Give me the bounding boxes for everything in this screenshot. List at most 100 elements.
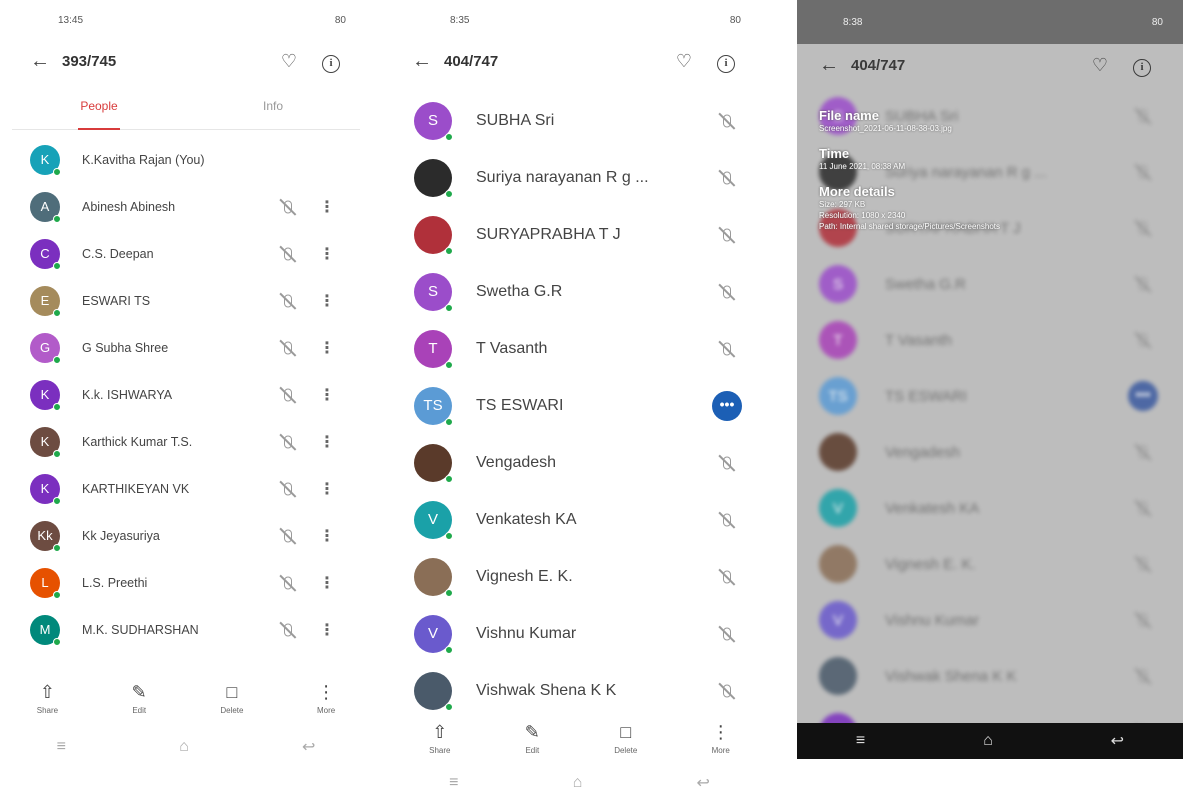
participant-list: SSUBHA Sri⌕Suriya narayanan R g ...⌕SURY…	[392, 82, 767, 719]
kebab-menu-icon[interactable]: ⋮	[302, 385, 352, 405]
avatar-initial: M	[39, 622, 51, 637]
back-icon[interactable]: ↩	[696, 773, 709, 793]
participant-row[interactable]: Vignesh E. K. ⌕	[797, 536, 1183, 592]
avatar-initial: V	[427, 511, 438, 528]
screen-participants-3-details: 8:38 80 ← 404/747 ♡ i SSUBHA Sri⌕Suriya …	[797, 0, 1183, 795]
participant-row[interactable]: TS TS ESWARI •••	[392, 377, 767, 434]
participant-row[interactable]: T T Vasanth ⌕	[797, 312, 1183, 368]
action-share-button[interactable]: ⇧ Share	[429, 722, 450, 755]
back-arrow-icon[interactable]: ←	[30, 50, 62, 73]
participant-row[interactable]: Vignesh E. K. ⌕	[392, 548, 767, 605]
kebab-menu-icon[interactable]: ⋮	[302, 432, 352, 452]
kebab-menu-icon[interactable]: ⋮	[302, 338, 352, 358]
participant-row[interactable]: V Vishnu Kumar ⌕	[797, 592, 1183, 648]
action-label: Delete	[614, 745, 638, 755]
participant-row[interactable]: C C.S. Deepan ⌕⋮	[0, 230, 372, 277]
participant-row[interactable]: SURYAPRABHA T J ⌕	[392, 206, 767, 263]
menu-icon[interactable]: ≡	[57, 738, 66, 756]
kebab-menu-icon[interactable]: ⋮	[302, 291, 352, 311]
participant-name: Vishnu Kumar	[885, 611, 979, 629]
participant-row[interactable]: T T Vasanth ⌕	[392, 320, 767, 377]
menu-icon[interactable]: ≡	[856, 732, 865, 750]
participant-row[interactable]: K K.k. ISHWARYA ⌕⋮	[0, 371, 372, 418]
details-section: More details Size: 297 KB Resolution: 1080…	[819, 184, 1069, 232]
share-icon: ⇧	[39, 681, 55, 702]
participant-row[interactable]: S Swetha G.R ⌕	[392, 263, 767, 320]
back-arrow-icon[interactable]: ←	[819, 54, 851, 77]
back-arrow-icon[interactable]: ←	[412, 50, 444, 73]
avatar-initial: S	[427, 283, 438, 300]
action-share-button[interactable]: ⇧ Share	[37, 682, 58, 715]
participant-row[interactable]: A Abinesh Abinesh ⌕⋮	[0, 183, 372, 230]
tab-people[interactable]: People	[12, 82, 186, 130]
participant-row[interactable]: E ESWARI TS ⌕⋮	[0, 277, 372, 324]
avatar	[414, 557, 453, 597]
avatar: V	[819, 489, 857, 527]
avatar	[819, 657, 857, 695]
action-delete-button[interactable]: □ Delete	[220, 682, 243, 715]
kebab-menu-icon[interactable]: ⋮	[302, 573, 352, 593]
home-icon[interactable]: ⌂	[179, 738, 189, 756]
mic-muted-icon: ⌕	[274, 574, 302, 591]
kebab-menu-icon[interactable]: ⋮	[302, 620, 352, 640]
participant-row[interactable]: V Venkatesh KA ⌕	[392, 491, 767, 548]
participant-row[interactable]: K K.Kavitha Rajan (You)	[0, 136, 372, 183]
participant-row[interactable]: Vishwak Shena K K ⌕	[392, 662, 767, 719]
menu-icon[interactable]: ≡	[449, 774, 458, 792]
online-status-dot	[445, 531, 453, 540]
participant-row[interactable]: K Karthick Kumar T.S. ⌕⋮	[0, 418, 372, 465]
participant-name: K.Kavitha Rajan (You)	[82, 152, 205, 167]
favorite-heart-icon[interactable]: ♡	[663, 51, 705, 72]
participant-row[interactable]: Suriya narayanan R g ... ⌕	[392, 149, 767, 206]
action-label: Share	[36, 705, 59, 715]
participant-row[interactable]: TS TS ESWARI •••	[797, 368, 1183, 424]
avatar: L	[30, 567, 61, 599]
kebab-menu-icon[interactable]: ⋮	[302, 197, 352, 217]
participant-name: M.K. SUDHARSHAN	[82, 622, 199, 637]
participant-name: Swetha G.R	[476, 282, 563, 300]
action-delete-button[interactable]: □ Delete	[614, 722, 637, 755]
participant-row[interactable]: Vengadesh ⌕	[392, 434, 767, 491]
mic-muted-icon: ⌕	[707, 339, 747, 359]
participant-name: L.S. Preethi	[82, 575, 148, 590]
avatar-initial: K	[40, 152, 50, 167]
participant-row[interactable]: L L.S. Preethi ⌕⋮	[0, 559, 372, 606]
participant-row[interactable]: S Swetha G.R ⌕	[797, 256, 1183, 312]
participant-row[interactable]: Kk Kk Jeyasuriya ⌕⋮	[0, 512, 372, 559]
more-options-icon[interactable]: •••	[1128, 381, 1158, 411]
participant-row[interactable]: S SUBHA Sri ⌕	[392, 92, 767, 149]
online-status-dot	[445, 417, 453, 426]
action-edit-button[interactable]: ✎ Edit	[132, 682, 147, 715]
action-more-button[interactable]: ⋮ More	[317, 682, 335, 715]
participant-row[interactable]: M M.K. SUDHARSHAN ⌕⋮	[0, 606, 372, 653]
online-status-dot	[445, 189, 453, 198]
kebab-menu-icon[interactable]: ⋮	[302, 479, 352, 499]
participant-row[interactable]: Vishwak Shena K K ⌕	[797, 648, 1183, 704]
participant-row[interactable]: V Vishnu Kumar ⌕	[392, 605, 767, 662]
participant-name: TS ESWARI	[476, 396, 564, 414]
action-more-button[interactable]: ⋮ More	[712, 722, 730, 755]
kebab-menu-icon[interactable]: ⋮	[302, 244, 352, 264]
action-edit-button[interactable]: ✎ Edit	[525, 722, 540, 755]
favorite-heart-icon[interactable]: ♡	[1079, 55, 1121, 76]
online-status-dot	[445, 474, 453, 483]
home-icon[interactable]: ⌂	[983, 732, 993, 750]
back-icon[interactable]: ↩	[1111, 731, 1124, 751]
participant-name: KARTHIKEYAN VK	[82, 481, 190, 496]
home-icon[interactable]: ⌂	[573, 774, 583, 792]
info-icon[interactable]: i	[1121, 54, 1163, 77]
kebab-menu-icon[interactable]: ⋮	[302, 526, 352, 546]
system-nav-bar: ≡ ⌂ ↩	[797, 723, 1183, 759]
tab-info[interactable]: Info	[186, 82, 360, 129]
participant-row[interactable]: K KARTHIKEYAN VK ⌕⋮	[0, 465, 372, 512]
info-icon[interactable]: i	[705, 50, 747, 73]
participant-row[interactable]: V Venkatesh KA ⌕	[797, 480, 1183, 536]
info-icon[interactable]: i	[310, 50, 352, 73]
back-icon[interactable]: ↩	[302, 737, 315, 757]
mic-muted-icon: ⌕	[274, 292, 302, 309]
battery-indicator: 80	[334, 14, 346, 26]
more-options-icon[interactable]: •••	[712, 390, 742, 421]
participant-row[interactable]: G G Subha Shree ⌕⋮	[0, 324, 372, 371]
participant-row[interactable]: Vengadesh ⌕	[797, 424, 1183, 480]
favorite-heart-icon[interactable]: ♡	[268, 51, 310, 72]
